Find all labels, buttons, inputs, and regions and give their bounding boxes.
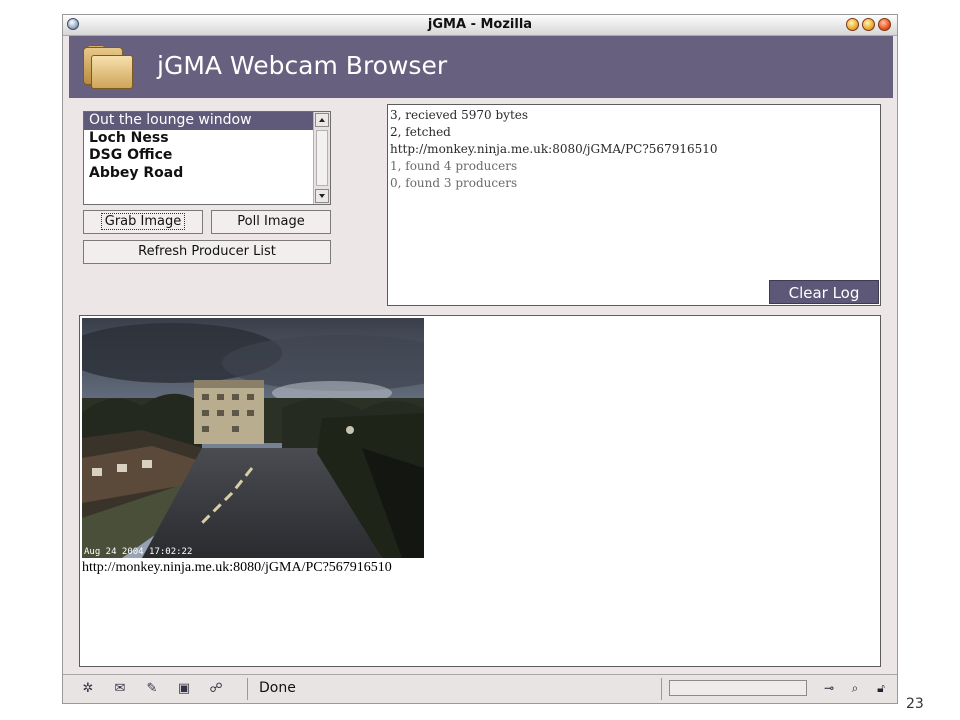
poll-image-button[interactable]: Poll Image <box>211 210 331 234</box>
webcam-image: Aug 24 2004 17:02:22 <box>82 318 424 558</box>
status-indicators: ⊸ ⌕ 🔓︎ <box>819 681 891 696</box>
navigator-icon[interactable]: ✲ <box>77 681 99 696</box>
app-title: jGMA Webcam Browser <box>157 51 448 80</box>
refresh-producer-list-button[interactable]: Refresh Producer List <box>83 240 331 264</box>
status-bar: ✲ ✉ ✎ ▣ ☍ Done ⊸ ⌕ 🔓︎ <box>63 674 897 703</box>
log-line: 1, found 4 producers <box>390 159 518 173</box>
component-bar: ✲ ✉ ✎ ▣ ☍ <box>77 681 227 696</box>
maximize-button[interactable] <box>862 18 875 31</box>
chatzilla-icon[interactable]: ☍ <box>205 681 227 696</box>
log-line: 0, found 3 producers <box>390 176 518 190</box>
status-separator <box>661 678 662 700</box>
producer-list-scrollbar[interactable] <box>313 112 330 204</box>
producer-list[interactable]: Out the lounge window Loch Ness DSG Offi… <box>83 111 331 205</box>
log-line: 3, recieved 5970 bytes <box>390 108 529 122</box>
log-panel: 3, recieved 5970 bytes 2, fetched http:/… <box>387 104 881 306</box>
app-header: jGMA Webcam Browser <box>69 36 893 98</box>
window-controls <box>846 18 891 31</box>
title-bar[interactable]: jGMA - Mozilla <box>63 15 897 36</box>
security-lock-icon[interactable]: 🔓︎ <box>871 681 891 696</box>
image-url: http://monkey.ninja.me.uk:8080/jGMA/PC?5… <box>82 560 392 575</box>
scroll-down-icon[interactable] <box>315 189 329 203</box>
connection-icon[interactable]: ⊸ <box>819 681 839 696</box>
page-number: 23 <box>906 696 924 712</box>
status-text: Done <box>259 680 296 696</box>
producer-item[interactable]: Out the lounge window <box>84 112 313 130</box>
close-button[interactable] <box>878 18 891 31</box>
window-title: jGMA - Mozilla <box>427 17 533 32</box>
folder-icon <box>83 45 133 89</box>
grab-image-button[interactable]: Grab Image <box>83 210 203 234</box>
image-timestamp: Aug 24 2004 17:02:22 <box>84 547 193 557</box>
grab-image-label: Grab Image <box>100 213 186 230</box>
producer-item[interactable]: Abbey Road <box>84 165 330 183</box>
image-panel: Aug 24 2004 17:02:22 http://monkey.ninja… <box>79 315 881 667</box>
popup-icon[interactable]: ⌕ <box>845 681 865 696</box>
producer-item[interactable]: Loch Ness <box>84 130 330 148</box>
log-line: 2, fetched <box>390 125 451 139</box>
log-line: http://monkey.ninja.me.uk:8080/jGMA/PC?5… <box>390 142 718 156</box>
scroll-thumb[interactable] <box>316 130 328 186</box>
minimize-button[interactable] <box>846 18 859 31</box>
mail-icon[interactable]: ✉ <box>109 681 131 696</box>
progress-meter <box>669 680 807 696</box>
scroll-up-icon[interactable] <box>315 113 329 127</box>
status-separator <box>247 678 248 700</box>
composer-icon[interactable]: ✎ <box>141 681 163 696</box>
addressbook-icon[interactable]: ▣ <box>173 681 195 696</box>
browser-window: jGMA - Mozilla jGMA Webcam Browser Out t… <box>62 14 898 704</box>
producer-item[interactable]: DSG Office <box>84 147 330 165</box>
clear-log-button[interactable]: Clear Log <box>769 280 879 304</box>
